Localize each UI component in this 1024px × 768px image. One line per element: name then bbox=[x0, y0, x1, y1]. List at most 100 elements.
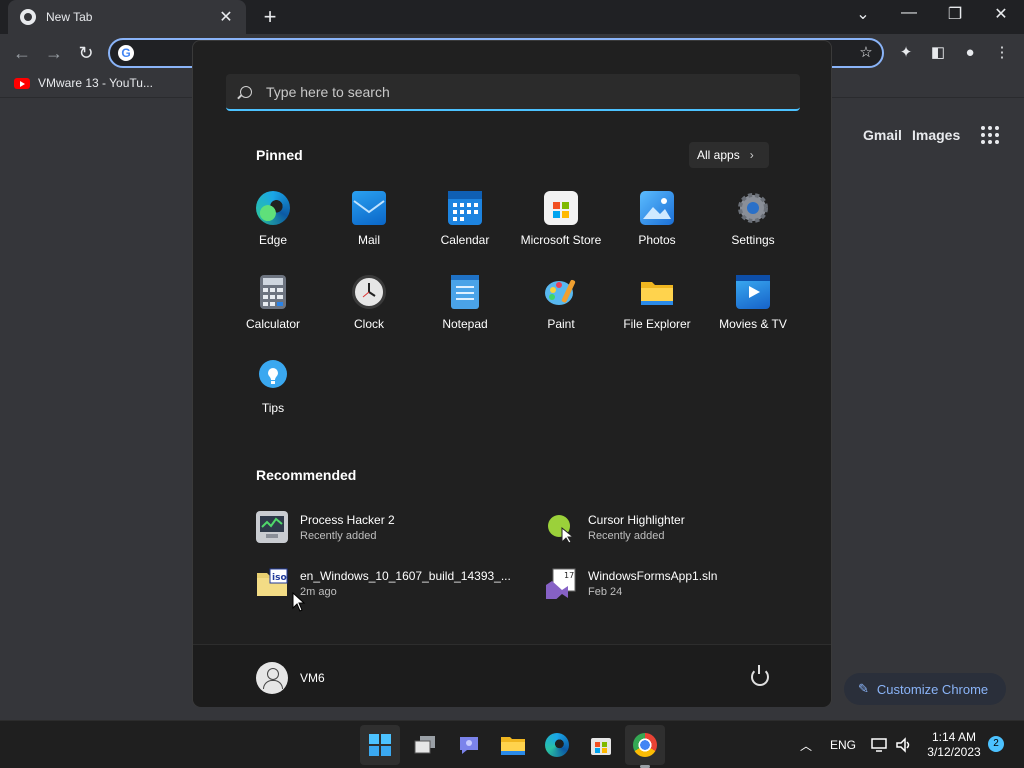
recommended-name: en_Windows_10_1607_build_14393_... bbox=[300, 568, 511, 583]
search-icon bbox=[240, 85, 252, 98]
process-hacker-icon bbox=[256, 511, 288, 543]
recommended-name: Process Hacker 2 bbox=[300, 512, 395, 527]
svg-text:iso: iso bbox=[272, 573, 287, 583]
pinned-label: Mail bbox=[357, 233, 380, 247]
system-clock[interactable]: 1:14 AM 3/12/2023 bbox=[926, 730, 982, 760]
recommended-sub: Recently added bbox=[588, 529, 665, 542]
bookmark-vmware[interactable]: VMware 13 - YouTu... bbox=[14, 76, 153, 90]
calculator-icon bbox=[260, 275, 286, 309]
volume-icon[interactable] bbox=[895, 721, 913, 768]
bookmark-star-icon[interactable]: ☆ bbox=[856, 43, 876, 63]
iso-file-icon: iso bbox=[256, 567, 288, 599]
close-window-button[interactable]: ✕ bbox=[986, 4, 1016, 24]
chat-icon bbox=[460, 737, 478, 754]
movies-icon bbox=[736, 275, 770, 309]
pinned-calculator[interactable]: Calculator bbox=[225, 275, 321, 345]
edge-button[interactable] bbox=[537, 725, 577, 765]
pinned-tips[interactable]: Tips bbox=[225, 359, 321, 429]
cursor-highlighter-icon bbox=[544, 511, 576, 544]
side-panel-icon[interactable]: ◧ bbox=[928, 43, 948, 63]
reload-icon[interactable]: ↻ bbox=[74, 41, 98, 65]
chat-button[interactable] bbox=[449, 725, 489, 765]
start-search-input[interactable] bbox=[266, 83, 766, 100]
start-menu: Pinned All apps › Edge Mail Calendar Mic… bbox=[192, 40, 832, 707]
store-button[interactable] bbox=[581, 725, 621, 765]
folder-icon bbox=[640, 275, 674, 309]
browser-tab-new-tab[interactable]: New Tab ✕ bbox=[8, 0, 246, 34]
images-link[interactable]: Images bbox=[912, 127, 960, 143]
input-language[interactable]: ENG bbox=[830, 721, 856, 768]
pinned-label: Movies & TV bbox=[719, 317, 787, 331]
restore-button[interactable]: ❐ bbox=[940, 4, 970, 24]
all-apps-label: All apps bbox=[697, 148, 740, 162]
pencil-icon: ✎ bbox=[858, 681, 869, 696]
taskbar: ︿ ENG 1:14 AM 3/12/2023 2 bbox=[0, 720, 1024, 768]
recommended-sub: Feb 24 bbox=[588, 585, 623, 598]
minimize-button[interactable]: — bbox=[894, 4, 924, 22]
pinned-calendar[interactable]: Calendar bbox=[417, 191, 513, 261]
pinned-label: Microsoft Store bbox=[520, 233, 602, 247]
pinned-clock[interactable]: Clock bbox=[321, 275, 417, 345]
settings-icon bbox=[736, 191, 770, 225]
pinned-movies-tv[interactable]: Movies & TV bbox=[705, 275, 801, 345]
recommended-windowsformsapp[interactable]: 17 WindowsFormsApp1.sln Feb 24 bbox=[544, 565, 814, 603]
pinned-edge[interactable]: Edge bbox=[225, 191, 321, 261]
pinned-file-explorer[interactable]: File Explorer bbox=[609, 275, 705, 345]
file-explorer-button[interactable] bbox=[493, 725, 533, 765]
pinned-label: Notepad bbox=[442, 317, 488, 331]
pinned-label: Calendar bbox=[440, 233, 490, 247]
pinned-settings[interactable]: Settings bbox=[705, 191, 801, 261]
edge-icon bbox=[256, 191, 290, 225]
chevron-right-icon: › bbox=[749, 148, 754, 162]
user-avatar-icon[interactable] bbox=[256, 662, 288, 694]
chrome-button[interactable] bbox=[625, 725, 665, 765]
pinned-mail[interactable]: Mail bbox=[321, 191, 417, 261]
start-icon bbox=[369, 734, 391, 756]
bookmark-label: VMware 13 - YouTu... bbox=[38, 76, 153, 90]
gmail-link[interactable]: Gmail bbox=[863, 127, 902, 143]
clock-time: 1:14 AM bbox=[931, 730, 977, 744]
paint-icon bbox=[544, 275, 578, 309]
pinned-photos[interactable]: Photos bbox=[609, 191, 705, 261]
menu-kebab-icon[interactable]: ⋮ bbox=[992, 43, 1012, 63]
calendar-icon bbox=[448, 191, 482, 225]
pinned-microsoft-store[interactable]: Microsoft Store bbox=[513, 191, 609, 261]
pinned-label: File Explorer bbox=[623, 317, 691, 331]
recommended-process-hacker[interactable]: Process Hacker 2 Recently added bbox=[256, 509, 526, 545]
forward-arrow-icon[interactable]: → bbox=[42, 41, 66, 65]
network-icon[interactable] bbox=[870, 721, 888, 768]
pinned-label: Paint bbox=[547, 317, 575, 331]
recommended-name: WindowsFormsApp1.sln bbox=[588, 568, 718, 583]
new-tab-button[interactable]: + bbox=[258, 4, 282, 30]
all-apps-button[interactable]: All apps › bbox=[689, 142, 769, 168]
pinned-label: Photos bbox=[638, 233, 676, 247]
show-hidden-icons-chevron-icon[interactable]: ︿ bbox=[800, 721, 812, 768]
pinned-paint[interactable]: Paint bbox=[513, 275, 609, 345]
user-name[interactable]: VM6 bbox=[300, 671, 325, 685]
start-search-box[interactable] bbox=[226, 74, 800, 111]
pinned-heading: Pinned bbox=[256, 147, 303, 163]
close-tab-icon[interactable]: ✕ bbox=[218, 7, 234, 27]
recommended-cursor-highlighter[interactable]: Cursor Highlighter Recently added bbox=[544, 509, 814, 545]
visual-studio-icon: 17 bbox=[544, 567, 576, 603]
power-icon[interactable] bbox=[751, 665, 769, 686]
customize-chrome-button[interactable]: ✎ Customize Chrome bbox=[844, 673, 1006, 705]
profile-icon[interactable]: ● bbox=[960, 43, 980, 63]
edge-icon bbox=[545, 733, 569, 757]
chrome-icon bbox=[633, 733, 657, 757]
start-button[interactable] bbox=[360, 725, 400, 765]
svg-text:17: 17 bbox=[564, 571, 574, 580]
notification-badge[interactable]: 2 bbox=[988, 736, 1004, 752]
task-view-button[interactable] bbox=[405, 725, 445, 765]
back-arrow-icon[interactable]: ← bbox=[10, 41, 34, 65]
google-g-icon: G bbox=[118, 45, 134, 61]
task-view-icon bbox=[414, 736, 435, 754]
mail-icon bbox=[352, 191, 386, 225]
mouse-cursor-icon bbox=[292, 592, 306, 612]
extensions-puzzle-icon[interactable]: ✦ bbox=[896, 43, 916, 63]
google-apps-icon[interactable] bbox=[981, 126, 999, 144]
tab-search-chevron-icon[interactable]: ⌄ bbox=[848, 4, 878, 24]
pinned-notepad[interactable]: Notepad bbox=[417, 275, 513, 345]
notepad-icon bbox=[451, 275, 479, 309]
pinned-label: Calculator bbox=[245, 317, 301, 331]
